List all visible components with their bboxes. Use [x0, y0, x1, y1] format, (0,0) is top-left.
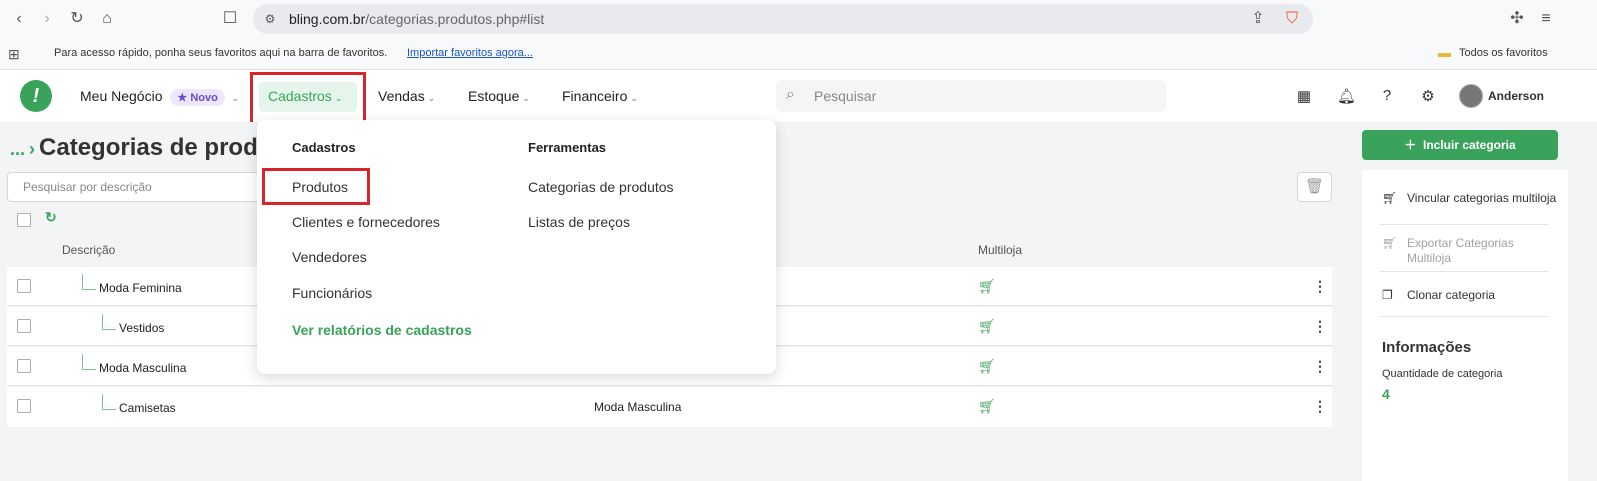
- filter-description-input[interactable]: Pesquisar por descrição: [7, 172, 267, 202]
- trash-icon[interactable]: 🗑︎: [1297, 172, 1332, 202]
- chevron-down-icon: ⌄: [630, 93, 638, 103]
- menu-estoque[interactable]: Estoque ⌄: [468, 88, 530, 104]
- row-checkbox[interactable]: [17, 279, 31, 293]
- menu-meu-negocio[interactable]: Meu Negócio ★ Novo ⌄: [80, 88, 239, 106]
- cart-icon: 🛒︎: [1382, 191, 1398, 205]
- cart-icon: 🛒︎: [978, 398, 996, 414]
- apps-grid-icon[interactable]: ▦: [1295, 87, 1313, 105]
- divider: [1380, 316, 1548, 317]
- info-value: 4: [1382, 386, 1390, 402]
- row-description: Moda Feminina: [99, 281, 182, 295]
- side-panel: 🛒︎ Vincular categorias multiloja 🛒︎ Expo…: [1362, 170, 1568, 481]
- home-icon[interactable]: ⌂: [98, 10, 116, 28]
- dropdown-item-funcionarios[interactable]: Funcionários: [292, 285, 372, 301]
- cadastros-dropdown: Cadastros Produtos Clientes e fornecedor…: [257, 120, 776, 374]
- menu-icon[interactable]: ≡: [1537, 10, 1555, 28]
- select-all-checkbox[interactable]: [17, 213, 31, 227]
- more-options-icon[interactable]: ⋮: [1313, 318, 1327, 335]
- dropdown-item-vendedores[interactable]: Vendedores: [292, 249, 367, 265]
- row-checkbox[interactable]: [17, 399, 31, 413]
- chevron-down-icon: ⌄: [522, 93, 530, 103]
- page-title-text: Categorias de prod: [39, 134, 258, 161]
- highlight-box-produtos: [262, 168, 370, 205]
- page-title: ... › Categorias de prod: [10, 134, 258, 162]
- share-icon[interactable]: ⇪: [1249, 10, 1267, 28]
- app-header: ! Meu Negócio ★ Novo ⌄ Cadastros ⌄ Vendas…: [0, 70, 1597, 125]
- cart-icon: 🛒︎: [978, 318, 996, 334]
- row-description: Camisetas: [119, 401, 176, 415]
- dropdown-heading-ferramentas: Ferramentas: [528, 140, 607, 155]
- search-icon: ⌕: [786, 86, 795, 103]
- bookmark-icon[interactable]: ☐: [221, 10, 239, 28]
- import-bookmarks-link[interactable]: Importar favoritos agora...: [407, 47, 533, 59]
- more-options-icon[interactable]: ⋮: [1313, 278, 1327, 295]
- url-text: bling.com.br/categorias.produtos.php#lis…: [289, 11, 545, 27]
- dropdown-link-relatorios[interactable]: Ver relatórios de cadastros: [292, 322, 472, 338]
- back-icon[interactable]: ‹: [10, 10, 28, 28]
- reload-icon[interactable]: ↻: [68, 10, 86, 28]
- avatar[interactable]: [1459, 84, 1483, 108]
- search-placeholder: Pesquisar: [814, 88, 877, 104]
- clone-category-action[interactable]: ❐ Clonar categoria: [1382, 288, 1495, 302]
- bell-icon[interactable]: 🔔︎: [1337, 87, 1356, 105]
- all-bookmarks[interactable]: Todos os favoritos: [1459, 47, 1548, 59]
- copy-icon: ❐: [1382, 288, 1393, 302]
- tree-line-icon: [82, 354, 96, 370]
- breadcrumb[interactable]: ...: [10, 139, 25, 159]
- site-settings-icon[interactable]: ⚙: [261, 10, 279, 28]
- column-header-description: Descrição: [62, 243, 116, 257]
- cart-icon: 🛒︎: [1382, 236, 1398, 250]
- info-label: Quantidade de categoria: [1382, 368, 1503, 380]
- user-name[interactable]: Anderson: [1488, 89, 1544, 103]
- bookmarks-bar: ⊞ Para acesso rápido, ponha seus favorit…: [0, 38, 1597, 70]
- table-row[interactable]: Camisetas Moda Masculina 🛒︎ ⋮: [7, 387, 1332, 427]
- gear-icon[interactable]: ⚙: [1419, 87, 1437, 105]
- cart-icon: 🛒︎: [978, 278, 996, 294]
- help-icon[interactable]: ?: [1378, 87, 1396, 104]
- address-bar[interactable]: ⚙ bling.com.br/categorias.produtos.php#l…: [253, 4, 1313, 34]
- row-checkbox[interactable]: [17, 359, 31, 373]
- row-description: Vestidos: [119, 321, 165, 335]
- dropdown-item-listas-precos[interactable]: Listas de preços: [528, 214, 630, 230]
- cart-icon: 🛒︎: [978, 358, 996, 374]
- divider: [1380, 224, 1548, 225]
- dropdown-heading-cadastros: Cadastros: [292, 140, 356, 155]
- row-description: Moda Masculina: [99, 361, 187, 375]
- extensions-icon[interactable]: ✣: [1508, 10, 1526, 28]
- browser-toolbar: ‹ › ↻ ⌂ ☐ ⚙ bling.com.br/categorias.prod…: [0, 0, 1597, 38]
- menu-meu-negocio-label: Meu Negócio: [80, 88, 163, 104]
- info-title: Informações: [1382, 339, 1472, 356]
- forward-icon[interactable]: ›: [38, 10, 56, 28]
- global-search[interactable]: ⌕ Pesquisar: [776, 80, 1166, 112]
- row-parent: Moda Masculina: [594, 400, 682, 414]
- novo-badge: ★ Novo: [170, 89, 225, 106]
- chevron-down-icon: ⌄: [427, 93, 436, 103]
- refresh-icon[interactable]: ↻: [45, 209, 57, 226]
- row-checkbox[interactable]: [17, 319, 31, 333]
- chevron-right-icon: ›: [29, 139, 36, 159]
- folder-icon: ▬: [1438, 45, 1451, 60]
- tree-line-icon: [102, 394, 116, 410]
- highlight-box-cadastros: [250, 72, 366, 125]
- tree-line-icon: [102, 314, 116, 330]
- chevron-down-icon: ⌄: [231, 93, 240, 103]
- menu-vendas[interactable]: Vendas ⌄: [378, 88, 435, 104]
- tree-line-icon: [82, 274, 96, 290]
- brave-shield-icon[interactable]: ⛉: [1283, 10, 1301, 28]
- more-options-icon[interactable]: ⋮: [1313, 358, 1327, 375]
- menu-financeiro[interactable]: Financeiro ⌄: [562, 88, 638, 104]
- dropdown-item-clientes[interactable]: Clientes e fornecedores: [292, 214, 440, 230]
- column-header-multistore: Multiloja: [978, 243, 1023, 257]
- dropdown-item-categorias[interactable]: Categorias de produtos: [528, 179, 674, 195]
- bookmarks-hint: Para acesso rápido, ponha seus favoritos…: [54, 47, 388, 59]
- divider: [1380, 271, 1548, 272]
- more-options-icon[interactable]: ⋮: [1313, 398, 1327, 415]
- export-multistore-action: 🛒︎ Exportar Categorias Multiloja: [1382, 236, 1514, 265]
- apps-icon[interactable]: ⊞: [8, 46, 20, 63]
- bling-logo-icon[interactable]: !: [20, 80, 52, 112]
- link-multistore-action[interactable]: 🛒︎ Vincular categorias multiloja: [1382, 191, 1556, 205]
- include-category-button[interactable]: ＋ Incluir categoria: [1362, 130, 1558, 160]
